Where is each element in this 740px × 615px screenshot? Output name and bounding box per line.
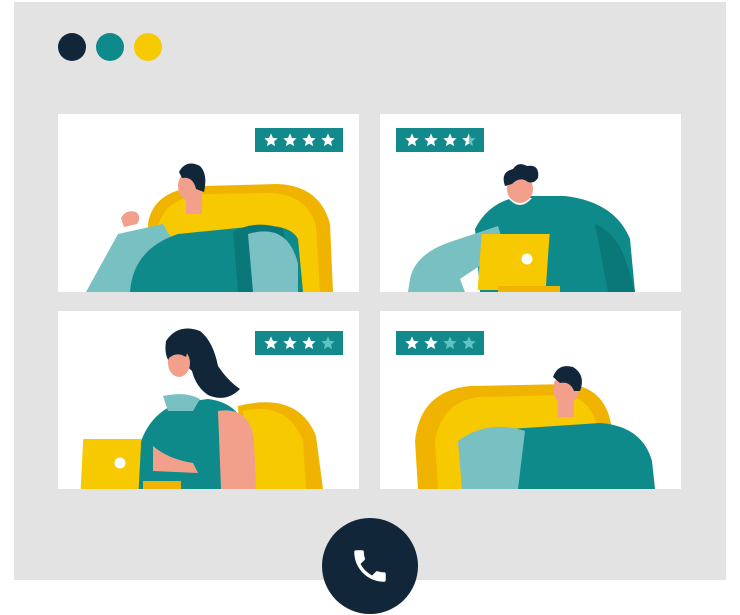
star-icon xyxy=(263,336,278,350)
star-empty-icon xyxy=(320,336,335,350)
star-icon xyxy=(423,133,438,147)
phone-icon xyxy=(354,550,386,582)
window-maximize-button[interactable] xyxy=(134,33,162,61)
call-button[interactable] xyxy=(322,518,418,614)
star-icon xyxy=(301,133,316,147)
participant-tile-4[interactable] xyxy=(380,311,681,489)
participant-tile-3[interactable] xyxy=(58,311,359,489)
star-icon xyxy=(320,133,335,147)
window-minimize-button[interactable] xyxy=(96,33,124,61)
rating-badge-4 xyxy=(396,331,484,355)
star-icon xyxy=(423,336,438,350)
participant-tile-1[interactable] xyxy=(58,114,359,292)
rating-badge-1 xyxy=(255,128,343,152)
star-half-icon xyxy=(461,133,476,147)
star-icon xyxy=(282,336,297,350)
star-icon xyxy=(404,133,419,147)
star-icon xyxy=(263,133,278,147)
participant-tile-2[interactable] xyxy=(380,114,681,292)
rating-badge-3 xyxy=(255,331,343,355)
video-call-window-page xyxy=(0,0,740,615)
star-empty-icon xyxy=(461,336,476,350)
window-controls xyxy=(58,33,162,61)
star-icon xyxy=(282,133,297,147)
rating-badge-2 xyxy=(396,128,484,152)
star-icon xyxy=(404,336,419,350)
star-empty-icon xyxy=(442,336,457,350)
window-close-button[interactable] xyxy=(58,33,86,61)
star-icon xyxy=(442,133,457,147)
star-icon xyxy=(301,336,316,350)
